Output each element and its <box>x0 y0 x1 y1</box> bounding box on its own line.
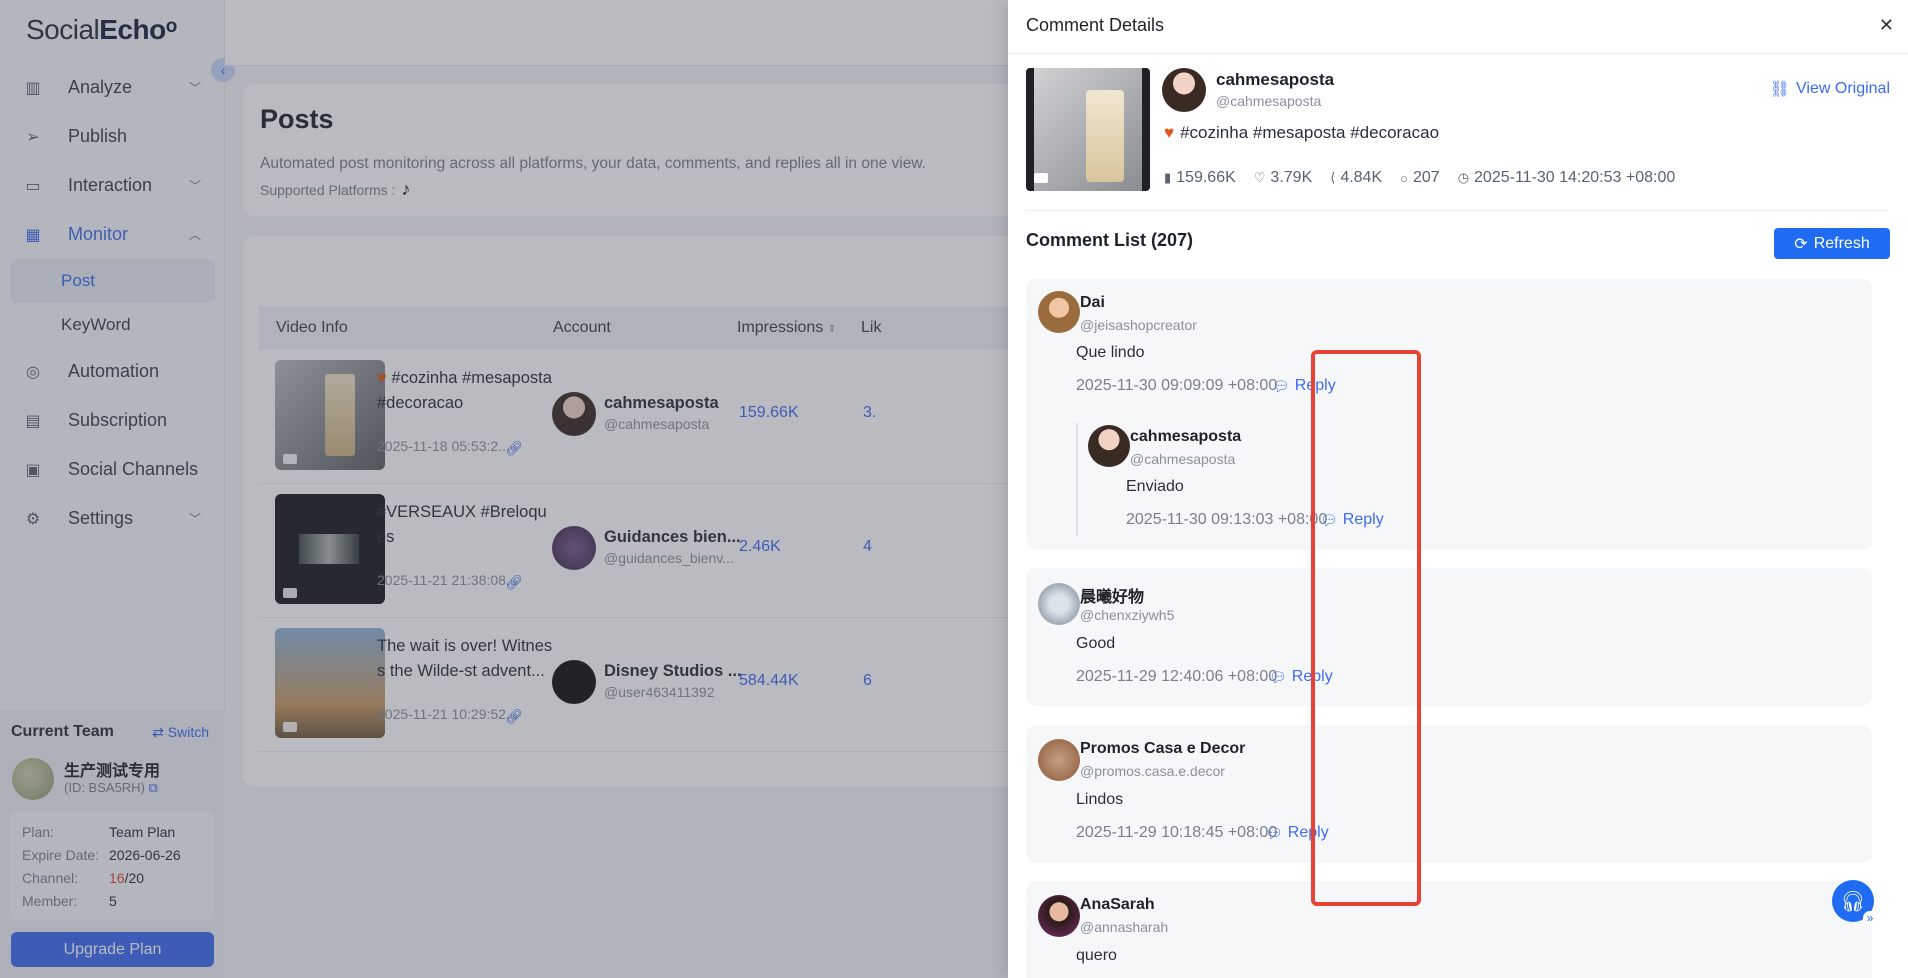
commenter-avatar <box>1038 739 1080 781</box>
comment-date: 2025-11-29 12:40:06 +08:00 <box>1076 668 1278 685</box>
clock-icon: ◷ <box>1457 170 1470 185</box>
headset-icon: 🎧︎ <box>1840 890 1866 913</box>
comment-list-title: Comment List (207) <box>1026 230 1194 250</box>
reply-icon: 💬︎ <box>1269 668 1287 685</box>
commenter-name: AnaSarah <box>1080 896 1155 913</box>
drawer-title: Comment Details <box>1026 15 1165 35</box>
commenter-handle: @promos.casa.e.decor <box>1080 763 1225 779</box>
commenter-handle: @chenxziywh5 <box>1080 607 1175 623</box>
commenter-handle: @cahmesaposta <box>1130 451 1236 467</box>
commenter-avatar <box>1038 291 1080 333</box>
commenter-name: Promos Casa e Decor <box>1080 740 1246 757</box>
time-stat: ◷ 2025-11-30 14:20:53 +08:00 <box>1457 169 1676 186</box>
view-original-link[interactable]: ⛓ View Original <box>1770 79 1890 99</box>
refresh-icon: ⟳ <box>1794 235 1808 253</box>
comment-item: AnaSarah @annasharah quero <box>1026 881 1872 978</box>
commenter-handle: @jeisashopcreator <box>1080 317 1197 333</box>
video-icon <box>1034 173 1048 183</box>
heart-icon: ♥ <box>1164 123 1175 142</box>
views-stat: ▮ 159.66K <box>1164 169 1236 186</box>
likes-stat: ♡ 3.79K <box>1253 169 1313 186</box>
comment-date: 2025-11-30 09:09:09 +08:00 <box>1076 377 1278 394</box>
comment-text: quero <box>1076 947 1117 964</box>
commenter-avatar <box>1088 425 1130 467</box>
thread-line <box>1076 423 1078 536</box>
commenter-handle: @annasharah <box>1080 919 1169 935</box>
commenter-name: cahmesaposta <box>1130 428 1242 445</box>
commenter-avatar <box>1038 895 1080 937</box>
highlight-annotation-box <box>1311 350 1421 906</box>
comment-details-drawer: Comment Details ✕ cahmesaposta @cahmesap… <box>1008 0 1908 978</box>
share-icon: ⟨ <box>1330 170 1336 185</box>
shares-stat: ⟨ 4.84K <box>1330 169 1383 186</box>
reply-icon: 💬︎ <box>1272 377 1290 394</box>
comment-text: Lindos <box>1076 791 1124 808</box>
post-caption: ♥ #cozinha #mesaposta #decoracao <box>1164 123 1440 142</box>
close-icon[interactable]: ✕ <box>1879 15 1894 36</box>
divider <box>1026 210 1888 211</box>
post-thumbnail[interactable] <box>1026 68 1150 191</box>
comment-item: 晨曦好物 @chenxziywh5 Good 2025-11-29 12:40:… <box>1026 568 1872 706</box>
commenter-avatar <box>1038 583 1080 625</box>
link-icon: ⛓ <box>1769 81 1791 98</box>
modal-overlay[interactable] <box>0 0 1008 978</box>
post-author-avatar <box>1162 68 1206 112</box>
comment-text: Enviado <box>1126 478 1184 495</box>
commenter-name: 晨曦好物 <box>1080 589 1145 606</box>
post-author-handle: @cahmesaposta <box>1216 93 1322 109</box>
double-chevron-icon: » <box>1863 911 1877 925</box>
comment-date: 2025-11-29 10:18:45 +08:00 <box>1076 824 1278 841</box>
comment-item: Dai @jeisashopcreator Que lindo 2025-11-… <box>1026 279 1872 550</box>
comment-text: Que lindo <box>1076 344 1145 361</box>
bar-chart-icon: ▮ <box>1164 170 1172 185</box>
reply-icon: 💬︎ <box>1265 824 1283 841</box>
drawer-header: Comment Details ✕ <box>1008 0 1908 54</box>
post-stats: ▮ 159.66K ♡ 3.79K ⟨ 4.84K ○ 207 ◷ 2025-11-30 … <box>1164 169 1675 187</box>
post-author-name: cahmesaposta <box>1216 70 1335 89</box>
comment-date: 2025-11-30 09:13:03 +08:00 <box>1126 511 1328 528</box>
comment-icon: ○ <box>1400 170 1408 186</box>
comment-item: Promos Casa e Decor @promos.casa.e.decor… <box>1026 725 1872 863</box>
comment-text: Good <box>1076 635 1116 652</box>
comments-stat: ○ 207 <box>1400 169 1440 186</box>
commenter-name: Dai <box>1080 294 1105 311</box>
heart-outline-icon: ♡ <box>1253 170 1266 185</box>
help-support-button[interactable]: 🎧︎ » <box>1832 880 1877 925</box>
refresh-button[interactable]: ⟳ Refresh <box>1774 228 1890 259</box>
